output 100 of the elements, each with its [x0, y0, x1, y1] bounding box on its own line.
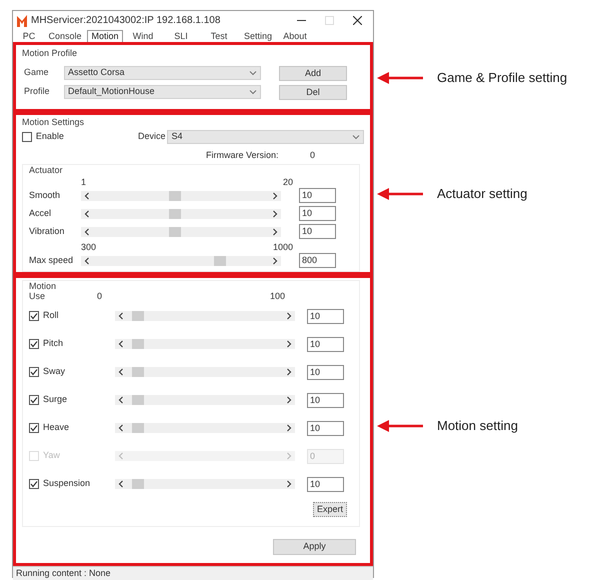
chevron-right-icon[interactable]: [272, 228, 278, 236]
checkbox[interactable]: [29, 395, 39, 405]
chevron-left-icon[interactable]: [118, 368, 124, 376]
slider[interactable]: [81, 226, 281, 237]
chevron-right-icon[interactable]: [272, 210, 278, 218]
chevron-right-icon[interactable]: [286, 340, 292, 348]
checkbox-label: Yaw: [43, 449, 61, 462]
slider[interactable]: [115, 339, 295, 349]
chevron-left-icon[interactable]: [84, 228, 90, 236]
tab[interactable]: Wind: [123, 30, 163, 42]
chevron-left-icon[interactable]: [84, 210, 90, 218]
slider[interactable]: [81, 256, 281, 266]
checkbox-label: Suspension: [43, 477, 92, 490]
slider[interactable]: [115, 423, 295, 433]
value-field[interactable]: 10: [307, 336, 344, 352]
value-field[interactable]: 10: [307, 364, 344, 380]
chevron-left-icon[interactable]: [118, 340, 124, 348]
field-label: Device: [138, 130, 166, 143]
expert-button[interactable]: Expert: [312, 502, 347, 517]
button[interactable]: Del: [279, 84, 347, 100]
group-title: Motion Settings: [22, 116, 86, 129]
chevron-left-icon[interactable]: [84, 256, 90, 265]
dropdown[interactable]: S4: [167, 130, 364, 144]
tab[interactable]: About: [277, 30, 313, 42]
checkbox-label: Pitch: [43, 337, 64, 350]
annotation-label: Actuator setting: [437, 185, 528, 203]
dropdown[interactable]: Default_MotionHouse: [64, 85, 261, 99]
checkbox-label: Sway: [43, 365, 66, 378]
slider-thumb[interactable]: [132, 311, 144, 321]
scale-label: 1: [81, 178, 86, 187]
checkbox[interactable]: [22, 132, 32, 142]
slider-thumb[interactable]: [169, 226, 182, 237]
slider[interactable]: [115, 479, 295, 489]
checkbox[interactable]: [29, 423, 39, 433]
chevron-right-icon[interactable]: [286, 424, 292, 432]
slider-label: Vibration: [29, 225, 66, 238]
chevron-left-icon[interactable]: [118, 396, 124, 404]
slider-thumb[interactable]: [214, 256, 226, 266]
value-field[interactable]: 10: [307, 476, 344, 492]
scale-label: 0: [97, 291, 102, 302]
slider-thumb[interactable]: [132, 367, 144, 377]
slider[interactable]: [81, 190, 281, 201]
slider-label: Max speed: [29, 254, 74, 268]
button[interactable]: Add: [279, 66, 347, 80]
apply-button[interactable]: Apply: [273, 539, 356, 555]
checkbox[interactable]: [29, 339, 39, 349]
chevron-left-icon[interactable]: [118, 312, 124, 320]
value-field[interactable]: 800: [299, 253, 336, 268]
tab[interactable]: SLI: [163, 30, 199, 42]
annotation-label: Motion setting: [437, 417, 518, 435]
field-label: Firmware Version:: [206, 149, 280, 162]
value-field[interactable]: 10: [307, 392, 344, 408]
arrow-icon: [377, 418, 423, 433]
slider-thumb[interactable]: [169, 208, 182, 219]
value-field[interactable]: 10: [299, 206, 336, 222]
checkbox-label: Heave: [43, 421, 70, 434]
chevron-right-icon[interactable]: [272, 192, 278, 200]
chevron-right-icon[interactable]: [286, 480, 292, 488]
group-title: Motion: [29, 281, 58, 291]
slider[interactable]: [115, 395, 295, 405]
app-logo-icon: [17, 14, 27, 26]
checkbox[interactable]: [29, 479, 39, 489]
scale-label: 20: [282, 178, 293, 187]
tab[interactable]: Setting: [239, 30, 277, 42]
window-title: MHServicer:2021043002:IP 192.168.1.108: [31, 14, 222, 28]
tab[interactable]: Motion: [87, 30, 123, 42]
status-text: Running content : None: [16, 567, 111, 580]
slider[interactable]: [115, 311, 295, 321]
value-field[interactable]: 10: [307, 420, 344, 436]
slider-thumb[interactable]: [132, 395, 144, 405]
dropdown[interactable]: Assetto Corsa: [64, 66, 261, 80]
value-field[interactable]: 10: [299, 224, 336, 240]
slider-thumb[interactable]: [132, 339, 144, 349]
checkbox[interactable]: [29, 367, 39, 377]
tab[interactable]: PC: [15, 30, 43, 42]
chevron-left-icon[interactable]: [118, 480, 124, 488]
chevron-left-icon[interactable]: [84, 192, 90, 200]
slider[interactable]: [81, 208, 281, 219]
chevron-left-icon[interactable]: [118, 424, 124, 432]
checkbox-label: Surge: [43, 393, 68, 406]
value-field: 0: [307, 448, 344, 464]
chevron-right-icon[interactable]: [272, 256, 278, 265]
group-title: Actuator: [29, 164, 64, 178]
tab[interactable]: Test: [199, 30, 239, 42]
slider-thumb[interactable]: [132, 423, 144, 433]
slider[interactable]: [115, 367, 295, 377]
arrow-icon: [377, 186, 423, 201]
tab[interactable]: Console: [43, 30, 87, 42]
chevron-right-icon[interactable]: [286, 396, 292, 404]
value-field[interactable]: 10: [307, 308, 344, 324]
chevron-right-icon[interactable]: [286, 368, 292, 376]
column-label: Use: [29, 291, 46, 302]
field-label: Game: [24, 66, 50, 80]
checkbox[interactable]: [29, 311, 39, 321]
slider-thumb[interactable]: [169, 190, 182, 201]
scale-label: 100: [270, 291, 285, 302]
annotation-label: Game & Profile setting: [437, 69, 568, 87]
slider-thumb[interactable]: [132, 479, 144, 489]
chevron-right-icon[interactable]: [286, 312, 292, 320]
value-field[interactable]: 10: [299, 188, 336, 204]
